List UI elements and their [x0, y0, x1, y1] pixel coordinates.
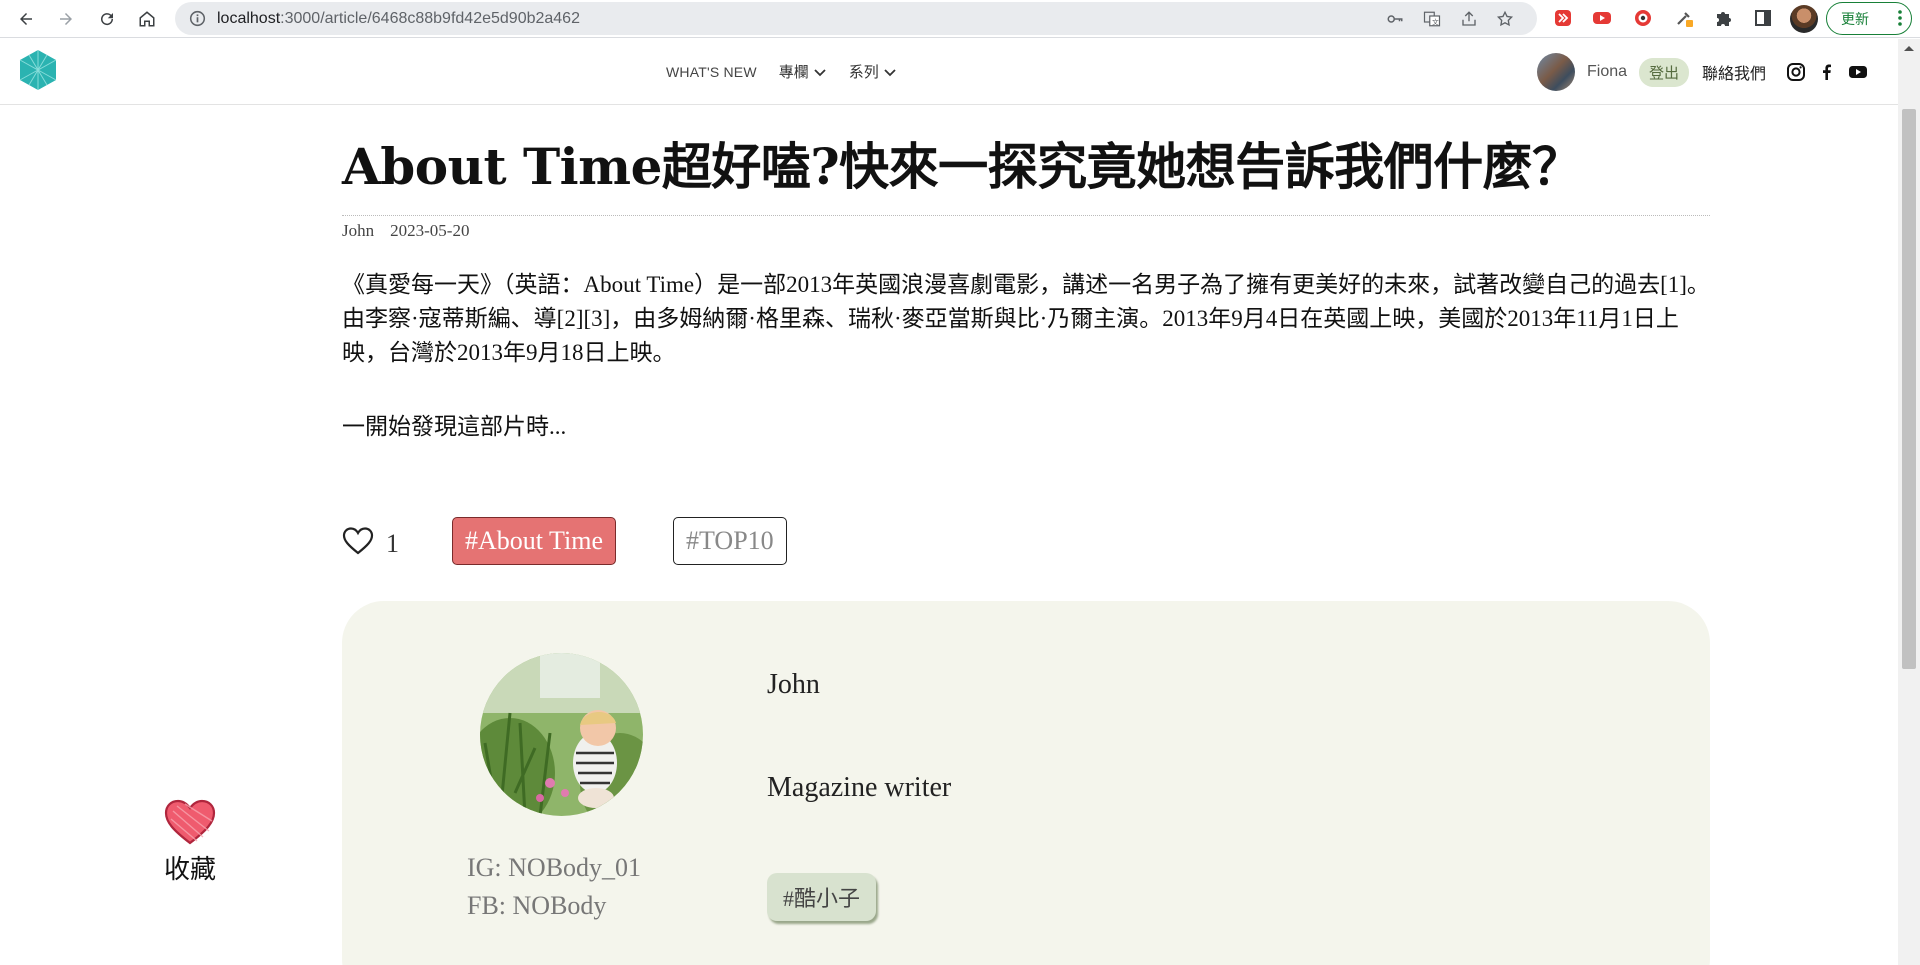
author-ig[interactable]: IG: NOBody_01	[467, 849, 641, 887]
article-author[interactable]: John	[342, 221, 374, 241]
article-title: About Time超好嗑?快來一探究竟她想告訴我們什麼？	[342, 137, 1582, 196]
article-lead: 一開始發現這部片時...	[342, 414, 567, 439]
author-card: IG: NOBody_01 FB: NOBody John Magazine w…	[342, 601, 1710, 965]
url-text: localhost:3000/article/6468c88b9fd42e5d9…	[217, 10, 580, 27]
like-count: 1	[386, 529, 399, 558]
browser-profile-avatar[interactable]	[1790, 5, 1818, 33]
article-actions: 1 #About Time #TOP10	[342, 515, 1242, 565]
translate-icon[interactable]: 文	[1422, 9, 1442, 29]
back-icon[interactable]	[13, 6, 39, 32]
scroll-up-arrow-icon[interactable]	[1903, 44, 1915, 52]
menu-item-whats-new[interactable]: WHAT'S NEW	[666, 64, 757, 80]
heart-outline-icon[interactable]	[342, 526, 374, 556]
article-date: 2023-05-20	[390, 221, 470, 240]
favorite-label: 收藏	[163, 855, 216, 884]
user-area: Fiona 登出 聯絡我們	[1537, 52, 1869, 92]
share-icon[interactable]	[1459, 9, 1479, 29]
address-bar[interactable]: localhost:3000/article/6468c88b9fd42e5d9…	[175, 2, 1537, 35]
extension-eye-icon[interactable]	[1632, 7, 1654, 29]
favorite-button[interactable]: 收藏	[158, 797, 222, 886]
heart-filled-icon	[164, 799, 216, 845]
chevron-down-icon	[884, 68, 896, 76]
side-panel-icon[interactable]	[1752, 7, 1774, 29]
menu-label: 專欄	[778, 64, 809, 81]
site-info-icon[interactable]	[189, 10, 206, 27]
author-social-links: IG: NOBody_01 FB: NOBody	[467, 849, 641, 925]
svg-text:文: 文	[1432, 17, 1439, 26]
author-role: Magazine writer	[767, 772, 952, 803]
site-logo-icon[interactable]	[19, 49, 57, 91]
user-avatar[interactable]	[1537, 53, 1575, 91]
menu-item-columns[interactable]: 專欄	[779, 61, 827, 82]
update-label: 更新	[1841, 10, 1869, 27]
author-tag[interactable]: #酷小子	[767, 873, 877, 921]
tag-about-time[interactable]: #About Time	[452, 517, 616, 565]
browser-toolbar: localhost:3000/article/6468c88b9fd42e5d9…	[0, 0, 1920, 38]
menu-item-series[interactable]: 系列	[849, 61, 897, 82]
site-header: WHAT'S NEW 專欄 系列 Fiona 登出 聯絡我們	[0, 39, 1898, 105]
forward-icon[interactable]	[53, 6, 79, 32]
bookmark-star-icon[interactable]	[1495, 9, 1515, 29]
key-icon[interactable]	[1385, 9, 1405, 29]
byline: John 2023-05-20	[342, 221, 469, 241]
chevron-down-icon	[814, 68, 826, 76]
extension-eyedropper-icon[interactable]	[1673, 7, 1695, 29]
browser-update-button[interactable]: 更新	[1826, 2, 1912, 35]
facebook-icon[interactable]	[1816, 61, 1838, 83]
author-photo	[480, 653, 643, 816]
more-menu-icon	[1898, 10, 1902, 26]
author-name: John	[767, 669, 820, 700]
instagram-icon[interactable]	[1785, 61, 1807, 83]
tag-top10[interactable]: #TOP10	[673, 517, 787, 565]
article-body: 《真愛每一天》（英語：About Time）是一部2013年英國浪漫喜劇電影，講…	[342, 272, 1710, 365]
scrollbar-thumb[interactable]	[1902, 109, 1916, 669]
menu-label: WHAT'S NEW	[666, 63, 757, 80]
contact-link[interactable]: 聯絡我們	[1702, 60, 1766, 84]
reload-icon[interactable]	[94, 6, 120, 32]
title-divider	[342, 215, 1710, 216]
extension-red-forward-icon[interactable]	[1552, 7, 1574, 29]
youtube-extension-icon[interactable]	[1591, 7, 1613, 29]
youtube-icon[interactable]	[1847, 61, 1869, 83]
extensions-puzzle-icon[interactable]	[1712, 7, 1734, 29]
author-fb[interactable]: FB: NOBody	[467, 887, 641, 925]
logout-button[interactable]: 登出	[1639, 57, 1690, 87]
main-menu: WHAT'S NEW 專欄 系列	[666, 61, 897, 82]
home-icon[interactable]	[134, 6, 160, 32]
menu-label: 系列	[848, 64, 879, 81]
user-name: Fiona	[1587, 63, 1628, 80]
